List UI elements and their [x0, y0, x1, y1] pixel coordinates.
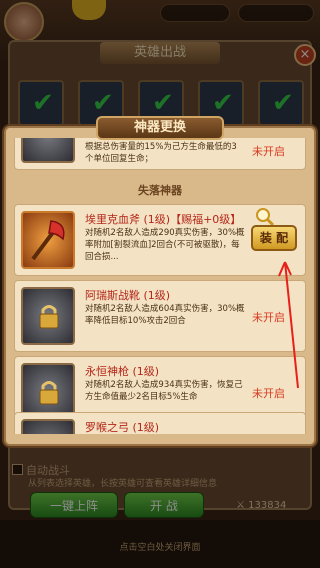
- status-locked: 未开启: [252, 387, 285, 400]
- artifact-desc: 根据总伤害量的15%为己方生命最低的3个单位回复生命；: [85, 142, 237, 164]
- bow-icon: [21, 419, 75, 434]
- boots-icon: [21, 287, 75, 345]
- artifact-card[interactable]: 罗喉之弓 (1级): [14, 412, 306, 434]
- artifact-name: 永恒神枪 (1级): [85, 365, 160, 378]
- magnifier-icon[interactable]: [255, 207, 275, 227]
- artifact-name: 罗喉之弓 (1级): [85, 421, 160, 434]
- lock-icon: [39, 381, 59, 405]
- equip-button[interactable]: 装 配: [251, 225, 297, 251]
- artifact-icon: [21, 138, 75, 163]
- artifact-desc: 对随机2名敌人造成934真实伤害，恢复己方生命值最少2名目标5%生命: [85, 380, 243, 402]
- artifact-desc: 对随机2名敌人造成604真实伤害，30%概率降低目标10%攻击2回合: [85, 304, 245, 326]
- status-locked: 未开启: [252, 311, 285, 324]
- artifact-name: 阿瑞斯战靴 (1级): [85, 289, 171, 302]
- section-lost-artifacts: 失落神器: [138, 184, 182, 197]
- artifact-name: 埃里克血斧 (1级)【赐福+0级】: [85, 213, 242, 226]
- status-locked: 未开启: [252, 145, 285, 158]
- axe-icon: [21, 211, 75, 269]
- artifact-card[interactable]: 根据总伤害量的15%为己方生命最低的3个单位回复生命； 未开启: [14, 138, 306, 170]
- lock-icon: [39, 305, 59, 329]
- modal-title: 神器更换: [96, 116, 224, 140]
- artifact-list[interactable]: 根据总伤害量的15%为己方生命最低的3个单位回复生命； 未开启 失落神器 埃里克…: [14, 138, 306, 434]
- artifact-card[interactable]: 阿瑞斯战靴 (1级) 对随机2名敌人造成604真实伤害，30%概率降低目标10%…: [14, 280, 306, 352]
- artifact-desc: 对随机2名敌人造成290真实伤害，30%概率附加[割裂流血]2回合(不可被驱散)…: [85, 228, 245, 262]
- artifact-card[interactable]: 埃里克血斧 (1级)【赐福+0级】 对随机2名敌人造成290真实伤害，30%概率…: [14, 204, 306, 276]
